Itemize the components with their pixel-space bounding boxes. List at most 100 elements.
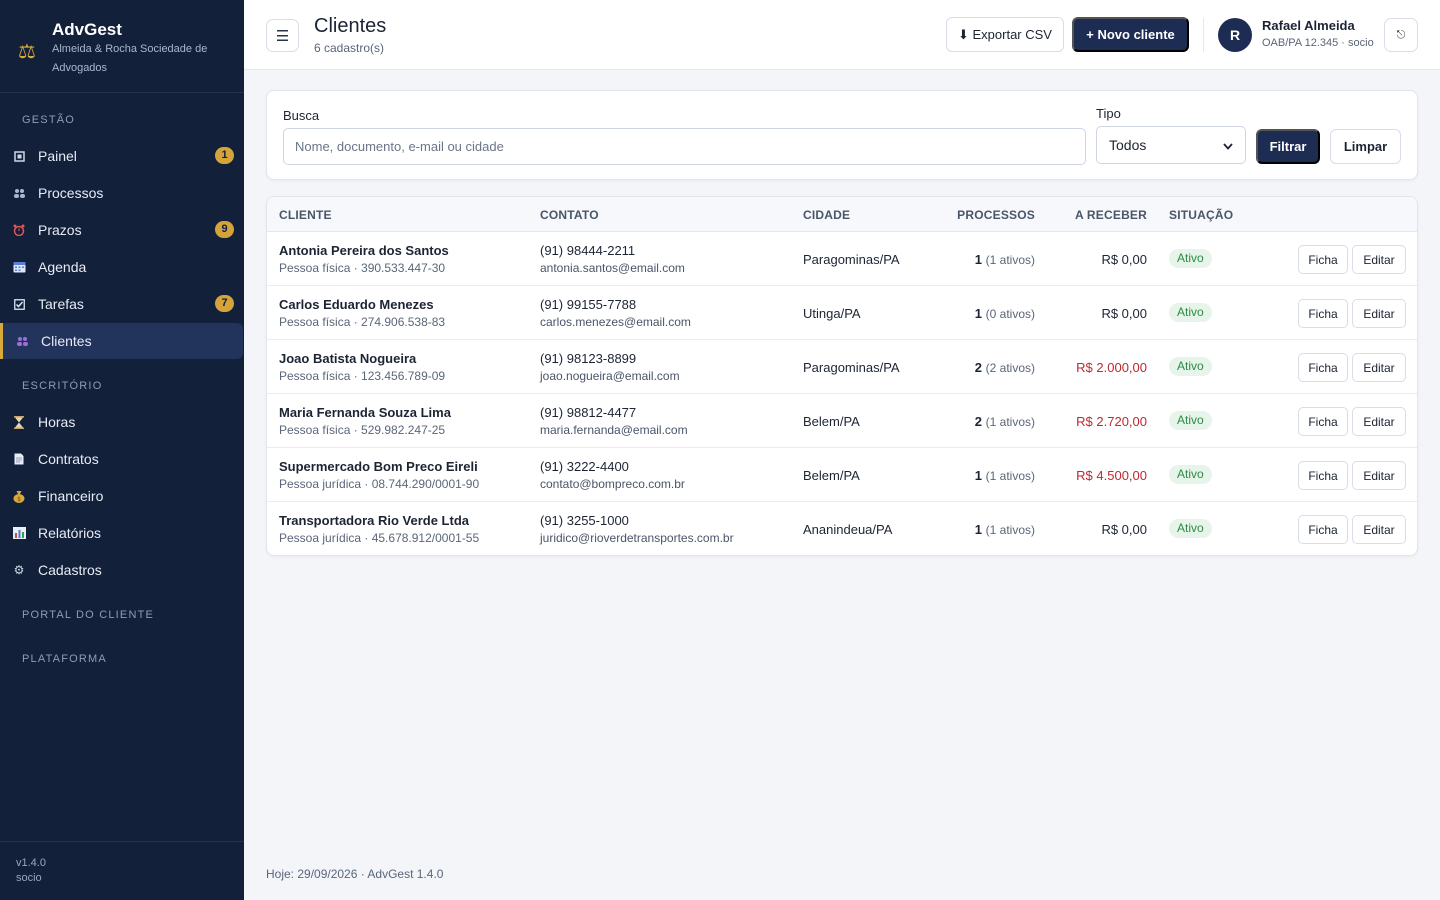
client-name[interactable]: Carlos Eduardo Menezes xyxy=(279,297,434,312)
client-name[interactable]: Maria Fernanda Souza Lima xyxy=(279,405,451,420)
client-city: Belem/PA xyxy=(803,468,860,483)
sidebar-item-prazos[interactable]: Prazos 9 xyxy=(0,212,244,248)
filter-button[interactable]: Filtrar xyxy=(1256,129,1320,164)
sidebar-footer: v1.4.0 socio xyxy=(0,841,244,900)
client-email: contato@bompreco.com.br xyxy=(540,477,685,491)
nav-section-plataforma[interactable]: PLATAFORMA xyxy=(0,653,107,665)
search-input[interactable] xyxy=(283,128,1086,165)
version-label: v1.4.0 xyxy=(16,857,46,869)
type-select[interactable]: Todos xyxy=(1096,126,1246,164)
sidebar-item-label: Tarefas xyxy=(38,296,84,312)
record-count: 6 cadastro(s) xyxy=(314,41,385,55)
status-badge: Ativo xyxy=(1169,303,1212,322)
sidebar-item-label: Prazos xyxy=(38,222,82,238)
editar-button[interactable]: Editar xyxy=(1352,245,1406,274)
table-row[interactable]: Joao Batista Nogueira Pessoa física · 12… xyxy=(267,340,1417,394)
dashboard-icon xyxy=(12,149,26,163)
brand-subtitle: Almeida & Rocha Sociedade de Advogados xyxy=(52,43,208,74)
process-count: 2 xyxy=(974,360,983,375)
user-name: Rafael Almeida xyxy=(1262,18,1355,33)
ficha-button[interactable]: Ficha xyxy=(1298,353,1348,382)
ficha-button[interactable]: Ficha xyxy=(1298,407,1348,436)
new-client-button[interactable]: + Novo cliente xyxy=(1072,17,1189,52)
client-receivable: R$ 0,00 xyxy=(1101,306,1147,321)
nav-section-portal[interactable]: PORTAL DO CLIENTE xyxy=(0,609,154,621)
role-label: socio xyxy=(16,872,42,884)
sidebar-item-relatorios[interactable]: Relatórios xyxy=(0,515,244,551)
client-name[interactable]: Antonia Pereira dos Santos xyxy=(279,243,449,258)
sidebar-item-label: Financeiro xyxy=(38,488,104,504)
avatar[interactable]: R xyxy=(1218,18,1252,52)
sidebar-item-tarefas[interactable]: Tarefas 7 xyxy=(0,286,244,322)
status-badge: Ativo xyxy=(1169,357,1212,376)
bar-chart-icon xyxy=(12,526,26,540)
calendar-icon xyxy=(12,260,26,274)
sidebar: ⚖ AdvGest Almeida & Rocha Sociedade de A… xyxy=(0,0,244,900)
count-badge: 1 xyxy=(215,147,234,164)
client-name[interactable]: Supermercado Bom Preco Eireli xyxy=(279,459,478,474)
footer-note: Hoje: 29/09/2026 · AdvGest 1.4.0 xyxy=(266,867,444,881)
editar-button[interactable]: Editar xyxy=(1352,353,1406,382)
client-document: Pessoa jurídica · 08.744.290/0001-90 xyxy=(279,477,480,491)
sidebar-item-clientes[interactable]: Clientes xyxy=(0,323,243,359)
column-header-situacao[interactable]: SITUAÇÃO xyxy=(1169,208,1233,222)
client-processes: 2 (1 ativos) xyxy=(975,414,1035,429)
client-name[interactable]: Joao Batista Nogueira xyxy=(279,351,416,366)
column-header-contato[interactable]: CONTATO xyxy=(540,208,599,222)
ficha-button[interactable]: Ficha xyxy=(1298,299,1348,328)
editar-button[interactable]: Editar xyxy=(1352,461,1406,490)
sidebar-item-agenda[interactable]: Agenda xyxy=(0,249,244,285)
client-city: Belem/PA xyxy=(803,414,860,429)
ficha-button[interactable]: Ficha xyxy=(1298,461,1348,490)
sidebar-item-processos[interactable]: Processos xyxy=(0,175,244,211)
ficha-button[interactable]: Ficha xyxy=(1298,245,1348,274)
clear-button[interactable]: Limpar xyxy=(1330,129,1401,164)
table-row[interactable]: Carlos Eduardo Menezes Pessoa física · 2… xyxy=(267,286,1417,340)
column-header-cliente[interactable]: CLIENTE xyxy=(279,208,332,222)
client-email: juridico@rioverdetransportes.com.br xyxy=(540,531,734,545)
client-phone: (91) 98444-2211 xyxy=(540,243,636,258)
sidebar-item-financeiro[interactable]: $ Financeiro xyxy=(0,478,244,514)
user-role: OAB/PA 12.345 · socio xyxy=(1262,37,1374,49)
client-email: maria.fernanda@email.com xyxy=(540,423,688,437)
menu-toggle-button[interactable]: ☰ xyxy=(266,19,299,52)
editar-button[interactable]: Editar xyxy=(1352,515,1406,544)
sidebar-item-painel[interactable]: Painel 1 xyxy=(0,138,244,174)
sidebar-item-horas[interactable]: Horas xyxy=(0,404,244,440)
column-header-cidade[interactable]: CIDADE xyxy=(803,208,850,222)
logout-button[interactable]: ⎋ xyxy=(1384,18,1418,52)
client-phone: (91) 3222-4400 xyxy=(540,459,629,474)
client-processes: 1 (0 ativos) xyxy=(975,306,1035,321)
hamburger-icon: ☰ xyxy=(275,27,290,45)
table-row[interactable]: Antonia Pereira dos Santos Pessoa física… xyxy=(267,232,1417,286)
nav-section-escritorio: ESCRITÓRIO xyxy=(22,380,103,392)
sidebar-item-contratos[interactable]: Contratos xyxy=(0,441,244,477)
client-receivable: R$ 2.000,00 xyxy=(1076,360,1147,375)
table-row[interactable]: Supermercado Bom Preco Eireli Pessoa jur… xyxy=(267,448,1417,502)
client-document: Pessoa física · 274.906.538-83 xyxy=(279,315,446,329)
client-document: Pessoa física · 390.533.447-30 xyxy=(279,261,446,275)
sidebar-item-cadastros[interactable]: ⚙ Cadastros xyxy=(0,552,244,588)
power-icon: ⎋ xyxy=(1396,28,1406,41)
process-count: 1 xyxy=(974,522,983,537)
top-header: ☰ Clientes 6 cadastro(s) ⬇ Exportar CSV … xyxy=(244,0,1440,70)
editar-button[interactable]: Editar xyxy=(1352,407,1406,436)
client-phone: (91) 99155-7788 xyxy=(540,297,637,312)
process-count: 1 xyxy=(974,468,983,483)
column-header-processos[interactable]: PROCESSOS xyxy=(957,208,1035,222)
process-active-count: (1 ativos) xyxy=(985,253,1035,267)
process-count: 2 xyxy=(974,414,983,429)
client-name[interactable]: Transportadora Rio Verde Ltda xyxy=(279,513,469,528)
brand-title: AdvGest xyxy=(52,20,122,39)
column-header-a-receber[interactable]: A RECEBER xyxy=(1075,208,1147,222)
client-processes: 1 (1 ativos) xyxy=(975,522,1035,537)
editar-button[interactable]: Editar xyxy=(1352,299,1406,328)
table-row[interactable]: Maria Fernanda Souza Lima Pessoa física … xyxy=(267,394,1417,448)
export-csv-button[interactable]: ⬇ Exportar CSV xyxy=(946,17,1064,52)
table-header: CLIENTE CONTATO CIDADE PROCESSOS A RECEB… xyxy=(267,197,1417,232)
table-row[interactable]: Transportadora Rio Verde Ltda Pessoa jur… xyxy=(267,502,1417,555)
sidebar-item-label: Contratos xyxy=(38,451,99,467)
ficha-button[interactable]: Ficha xyxy=(1298,515,1348,544)
chevron-down-icon xyxy=(1223,137,1233,153)
client-phone: (91) 3255-1000 xyxy=(540,513,629,528)
